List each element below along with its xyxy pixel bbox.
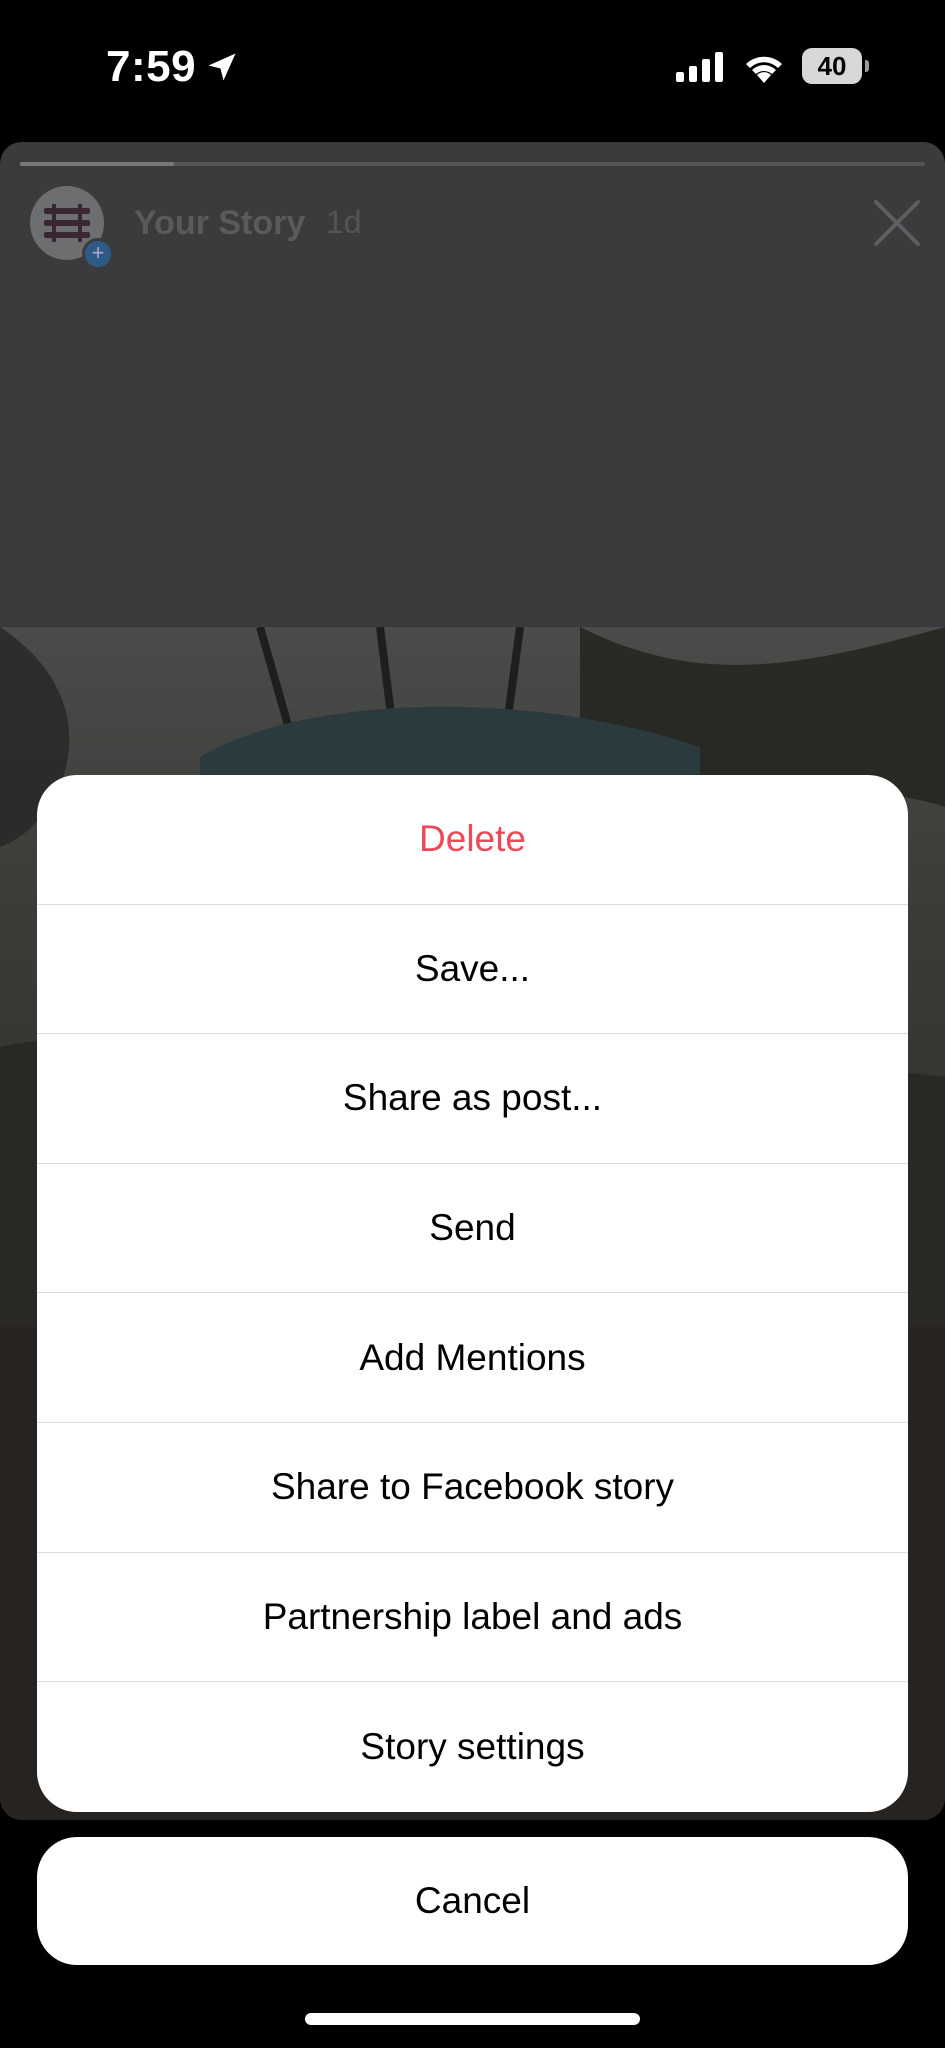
save-button[interactable]: Save... — [37, 905, 908, 1035]
story-username[interactable]: Your Story — [134, 204, 305, 243]
cancel-button[interactable]: Cancel — [37, 1837, 908, 1965]
add-mentions-button[interactable]: Add Mentions — [37, 1293, 908, 1423]
story-settings-button[interactable]: Story settings — [37, 1682, 908, 1812]
add-story-icon[interactable]: + — [82, 238, 114, 270]
share-to-facebook-story-button[interactable]: Share to Facebook story — [37, 1423, 908, 1553]
battery-icon: 40 — [802, 48, 869, 84]
partnership-label-and-ads-button[interactable]: Partnership label and ads — [37, 1553, 908, 1683]
wifi-icon — [746, 56, 782, 83]
share-as-post-button[interactable]: Share as post... — [37, 1034, 908, 1164]
close-icon[interactable] — [870, 196, 924, 250]
status-icons: 40 — [676, 48, 869, 84]
cellular-signal-icon — [676, 52, 723, 82]
status-bar: 7:59 40 — [0, 0, 945, 140]
story-progress-fill — [20, 162, 174, 166]
story-age: 1d — [326, 204, 362, 240]
send-button[interactable]: Send — [37, 1164, 908, 1294]
status-time: 7:59 — [106, 42, 240, 92]
home-indicator[interactable] — [305, 2013, 640, 2025]
location-arrow-icon — [208, 53, 236, 81]
story-options-sheet: Delete Save... Share as post... Send Add… — [37, 775, 908, 1812]
delete-button[interactable]: Delete — [37, 775, 908, 905]
story-progress-bar — [20, 162, 925, 166]
